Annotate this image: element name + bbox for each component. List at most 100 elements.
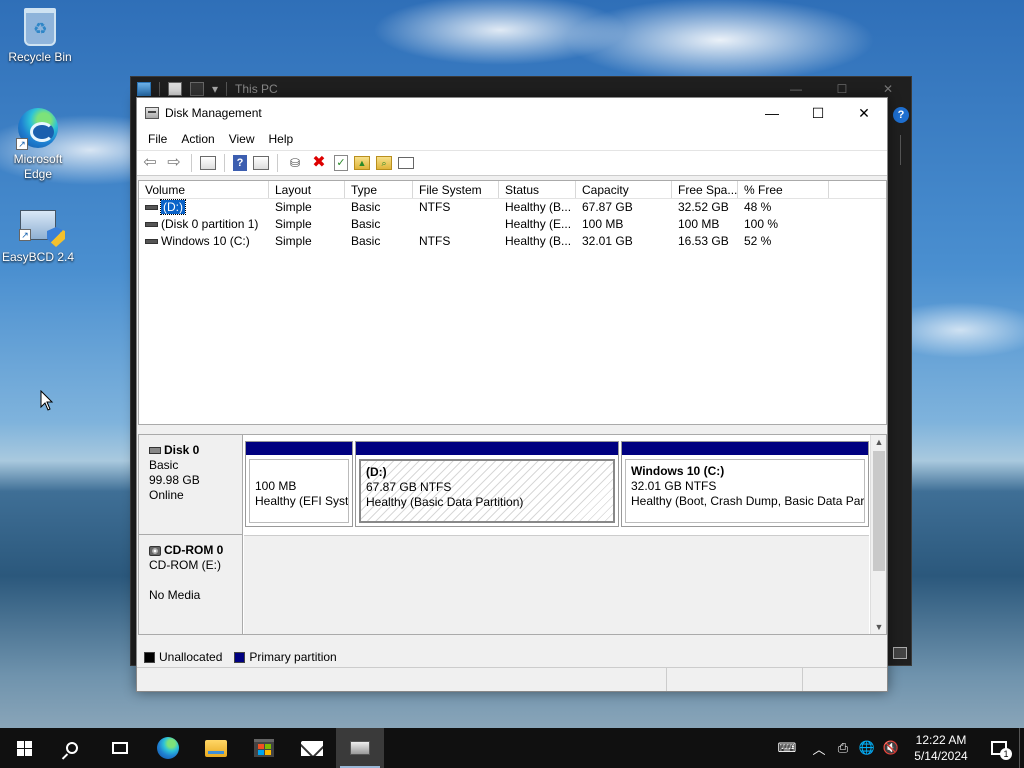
volume-muted-icon[interactable]: 🔇 bbox=[879, 728, 903, 768]
cell-file-system: NTFS bbox=[419, 234, 451, 248]
table-row[interactable]: (D:) Simple Basic NTFS Healthy (B... 67.… bbox=[139, 199, 886, 216]
scroll-up-icon[interactable]: ▲ bbox=[871, 435, 887, 449]
taskbar-store[interactable] bbox=[240, 728, 288, 768]
new-folder-quick-icon[interactable] bbox=[190, 82, 204, 96]
cell-free-space: 16.53 GB bbox=[678, 234, 729, 248]
explorer-help-icon[interactable]: ? bbox=[893, 107, 909, 123]
table-row[interactable]: Windows 10 (C:) Simple Basic NTFS Health… bbox=[139, 233, 886, 250]
console-tree-icon[interactable] bbox=[200, 156, 216, 170]
explorer-search-box[interactable] bbox=[900, 135, 901, 165]
details-view-icon[interactable] bbox=[893, 647, 907, 659]
properties-quick-icon[interactable] bbox=[168, 82, 182, 96]
desktop-icon-easybcd[interactable]: ↗ EasyBCD 2.4 bbox=[0, 206, 76, 264]
taskbar-disk-management[interactable] bbox=[336, 728, 384, 768]
task-view-button[interactable] bbox=[96, 728, 144, 768]
cell-capacity: 100 MB bbox=[582, 217, 624, 231]
search-button[interactable] bbox=[48, 728, 96, 768]
cell-file-system bbox=[413, 216, 499, 233]
column-header-capacity[interactable]: Capacity bbox=[576, 181, 672, 198]
table-row[interactable]: (Disk 0 partition 1) Simple Basic Health… bbox=[139, 216, 886, 233]
partition-body-selected: (D:) 67.87 GB NTFS Healthy (Basic Data P… bbox=[359, 459, 615, 523]
volume-list[interactable]: Volume Layout Type File System Status Ca… bbox=[138, 180, 887, 425]
partition-title: Windows 10 (C:) bbox=[631, 464, 725, 478]
cell-volume: (D:) bbox=[139, 199, 269, 216]
column-header-volume[interactable]: Volume bbox=[139, 181, 269, 198]
back-icon[interactable]: ⇦ bbox=[141, 154, 159, 172]
taskbar-edge[interactable] bbox=[144, 728, 192, 768]
forward-icon[interactable]: ⇨ bbox=[165, 154, 183, 172]
menu-help[interactable]: Help bbox=[262, 132, 301, 146]
properties-icon[interactable] bbox=[398, 157, 414, 169]
volume-icon bbox=[145, 222, 158, 228]
scroll-down-icon[interactable]: ▼ bbox=[871, 620, 887, 634]
desktop-icon-recycle-bin[interactable]: Recycle Bin bbox=[2, 8, 78, 64]
check-icon[interactable]: ✓ bbox=[334, 155, 348, 171]
partition-c[interactable]: Windows 10 (C:) 32.01 GB NTFS Healthy (B… bbox=[621, 441, 869, 527]
cell-free-space: 100 MB bbox=[678, 217, 720, 231]
cell-type: Basic bbox=[351, 217, 381, 231]
store-icon bbox=[254, 739, 274, 757]
quick-access-dropdown-icon[interactable]: ▾ bbox=[212, 82, 218, 96]
menu-action[interactable]: Action bbox=[174, 132, 221, 146]
column-header-layout[interactable]: Layout bbox=[269, 181, 345, 198]
folder-up-icon[interactable]: ▲ bbox=[354, 156, 370, 170]
keyboard-icon[interactable]: ⌨ bbox=[767, 728, 807, 768]
status-bar bbox=[137, 667, 887, 691]
taskbar-mail[interactable] bbox=[288, 728, 336, 768]
status-pane bbox=[803, 668, 887, 691]
cell-layout: Simple bbox=[275, 200, 312, 214]
disk-management-window[interactable]: Disk Management — ☐ ✕ File Action View H… bbox=[136, 97, 888, 692]
edge-icon: ↗ bbox=[16, 108, 58, 150]
column-header-type[interactable]: Type bbox=[345, 181, 413, 198]
delete-icon[interactable]: ✖ bbox=[310, 154, 328, 172]
mail-icon bbox=[301, 740, 323, 756]
graph-vertical-scrollbar[interactable]: ▲ ▼ bbox=[870, 435, 886, 634]
disk-graphical-view[interactable]: Disk 0 Basic 99.98 GB Online 100 MB Heal… bbox=[138, 434, 887, 635]
folder-search-icon[interactable]: ⌕ bbox=[376, 156, 392, 170]
disk-0-state: Online bbox=[149, 488, 184, 502]
column-header-status[interactable]: Status bbox=[499, 181, 576, 198]
divider bbox=[226, 82, 228, 96]
column-header-free-space[interactable]: Free Spa... bbox=[672, 181, 738, 198]
disk-management-titlebar[interactable]: Disk Management — ☐ ✕ bbox=[137, 98, 887, 128]
column-header-percent-free[interactable]: % Free bbox=[738, 181, 829, 198]
legend-swatch bbox=[234, 651, 246, 663]
export-list-icon[interactable] bbox=[253, 156, 269, 170]
network-globe-icon[interactable]: 🌐 bbox=[855, 728, 879, 768]
action-center-button[interactable]: 1 bbox=[979, 728, 1019, 768]
partition-size: 100 MB bbox=[255, 479, 297, 493]
scroll-thumb[interactable] bbox=[873, 451, 885, 571]
connect-disk-icon[interactable]: ⛁ bbox=[286, 154, 304, 172]
shortcut-arrow-icon: ↗ bbox=[16, 138, 28, 150]
cell-status: Healthy (E... bbox=[505, 217, 572, 231]
cd-drive-icon bbox=[149, 545, 161, 556]
legend-swatch bbox=[144, 651, 155, 663]
column-header-filler bbox=[829, 181, 886, 198]
cdrom-0-label[interactable]: CD-ROM 0 CD-ROM (E:) No Media bbox=[139, 535, 243, 634]
meet-now-icon[interactable]: ⎙ bbox=[831, 728, 855, 768]
start-button[interactable] bbox=[0, 728, 48, 768]
cell-layout: Simple bbox=[275, 217, 312, 231]
disk-0-type: Basic bbox=[149, 458, 179, 472]
desktop-icon-edge[interactable]: ↗ Microsoft Edge bbox=[0, 108, 76, 182]
legend-item-unallocated: Unallocated bbox=[144, 650, 222, 664]
partition-bar bbox=[356, 442, 618, 455]
menu-file[interactable]: File bbox=[141, 132, 174, 146]
clock[interactable]: 12:22 AM 5/14/2024 bbox=[903, 732, 979, 764]
maximize-button[interactable]: ☐ bbox=[795, 98, 841, 128]
shortcut-arrow-icon: ↗ bbox=[19, 229, 31, 241]
partition-efi[interactable]: 100 MB Healthy (EFI Syste bbox=[245, 441, 353, 527]
help-icon[interactable]: ? bbox=[233, 155, 247, 171]
show-desktop-button[interactable] bbox=[1019, 728, 1024, 768]
close-button[interactable]: ✕ bbox=[841, 98, 887, 128]
system-tray: ⌨ ︿ ⎙ 🌐 🔇 12:22 AM 5/14/2024 1 bbox=[767, 728, 1024, 768]
cdrom-empty-area bbox=[244, 535, 869, 634]
show-hidden-icons-chevron-icon[interactable]: ︿ bbox=[807, 728, 831, 768]
disk-0-label[interactable]: Disk 0 Basic 99.98 GB Online bbox=[139, 435, 243, 535]
clock-date: 5/14/2024 bbox=[914, 749, 968, 763]
taskbar-file-explorer[interactable] bbox=[192, 728, 240, 768]
partition-d[interactable]: (D:) 67.87 GB NTFS Healthy (Basic Data P… bbox=[355, 441, 619, 527]
menu-view[interactable]: View bbox=[222, 132, 262, 146]
minimize-button[interactable]: — bbox=[749, 98, 795, 128]
column-header-file-system[interactable]: File System bbox=[413, 181, 499, 198]
